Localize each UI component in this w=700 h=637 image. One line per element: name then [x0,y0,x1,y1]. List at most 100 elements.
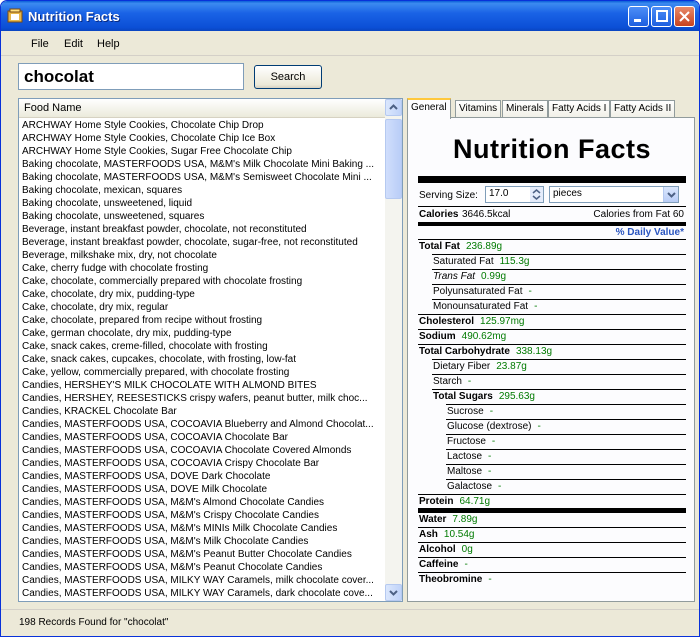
list-item[interactable]: Candies, MASTERFOODS USA, M&M's MINIs Mi… [19,522,385,535]
list-item[interactable]: Baking chocolate, MASTERFOODS USA, M&M's… [19,171,385,184]
scroll-up-button[interactable] [385,99,402,116]
nutrient-name: Starch [433,376,462,387]
list-item[interactable]: Candies, MASTERFOODS USA, COCOAVIA Choco… [19,431,385,444]
list-item[interactable]: Cake, chocolate, commercially prepared w… [19,275,385,288]
scroll-thumb[interactable] [385,119,402,199]
nutrient-value: - [464,559,468,570]
list-item[interactable]: ARCHWAY Home Style Cookies, Sugar Free C… [19,145,385,158]
menu-help[interactable]: Help [97,38,120,50]
nutrition-label: Nutrition Facts Serving Size: 17.0 piece… [418,128,686,593]
list-item[interactable]: Candies, MASTERFOODS USA, M&M's Almond C… [19,496,385,509]
serving-unit-select[interactable]: pieces [549,186,679,203]
list-item[interactable]: Candies, MASTERFOODS USA, M&M's Peanut B… [19,548,385,561]
list-item[interactable]: Cake, german chocolate, dry mix, pudding… [19,327,385,340]
list-item[interactable]: Candies, MASTERFOODS USA, DOVE Dark Choc… [19,470,385,483]
list-item[interactable]: Cake, cherry fudge with chocolate frosti… [19,262,385,275]
tab-fatty-acids-1[interactable]: Fatty Acids I [548,100,611,118]
list-item[interactable]: Candies, MASTERFOODS USA, COCOAVIA Crisp… [19,457,385,470]
tab-minerals[interactable]: Minerals [502,100,548,118]
app-window: Nutrition Facts File Edit Help chocolat … [0,0,700,637]
list-item[interactable]: Candies, MASTERFOODS USA, M&M's Milk Cho… [19,535,385,548]
nutrient-value: 125.97mg [480,316,525,327]
list-item[interactable]: Beverage, instant breakfast powder, choc… [19,236,385,249]
nutrient-value: - [491,436,496,447]
nutrient-name: Caffeine [419,559,459,570]
list-scrollbar[interactable] [385,99,402,601]
nutrient-value: 490.62mg [461,331,507,342]
calories-from-fat: Calories from Fat 60 [593,209,684,220]
list-item[interactable]: Candies, KRACKEL Chocolate Bar [19,405,385,418]
nutrient-divider [418,542,686,543]
nutrient-value: 7.89g [452,514,478,525]
nutrient-row: Monounsaturated Fat - [433,301,537,312]
tab-general[interactable]: General [407,98,451,119]
nutrient-name: Glucose (dextrose) [447,421,532,432]
list-item[interactable]: Cake, chocolate, dry mix, regular [19,301,385,314]
list-item[interactable]: Candies, MASTERFOODS USA, COCOAVIA Blueb… [19,418,385,431]
calories-label: Calories [419,209,459,220]
list-item[interactable]: Candies, MASTERFOODS USA, DOVE Milk Choc… [19,483,385,496]
food-list-rows: ARCHWAY Home Style Cookies, Chocolate Ch… [19,119,385,600]
food-name-column-header[interactable]: Food Name [19,99,385,118]
list-item[interactable]: Cake, yellow, commercially prepared, wit… [19,366,385,379]
list-item[interactable]: Baking chocolate, unsweetened, liquid [19,197,385,210]
menu-edit[interactable]: Edit [64,38,83,50]
list-item[interactable]: Candies, MASTERFOODS USA, COCOAVIA Choco… [19,444,385,457]
nutrient-divider [418,239,686,240]
list-item[interactable]: Baking chocolate, MASTERFOODS USA, M&M's… [19,158,385,171]
list-item[interactable]: Baking chocolate, unsweetened, squares [19,210,385,223]
title-bar[interactable]: Nutrition Facts [1,1,699,31]
minimize-button[interactable] [628,6,649,27]
menu-bar: File Edit Help [1,31,699,56]
maximize-button[interactable] [651,6,672,27]
search-input[interactable]: chocolat [18,63,244,90]
list-item[interactable]: Cake, chocolate, dry mix, pudding-type [19,288,385,301]
list-item[interactable]: Candies, MASTERFOODS USA, M&M's Crispy C… [19,509,385,522]
serving-size-spinner[interactable] [530,187,543,202]
label-divider-calories [418,222,686,226]
close-button[interactable] [674,6,695,27]
nutrient-divider [418,512,686,513]
scroll-down-button[interactable] [385,584,402,601]
nutrient-value: 338.13g [515,346,553,357]
list-item[interactable]: Candies, MASTERFOODS USA, MILKY WAY Cara… [19,587,385,600]
nutrient-value: - [534,301,538,312]
nutrient-row: Maltose - [447,466,491,477]
nutrient-value: 115.3g [499,256,530,267]
serving-size-input[interactable]: 17.0 [485,186,544,203]
search-button[interactable]: Search [254,65,322,89]
nutrient-value: 23.87g [496,361,527,372]
nutrient-divider [432,389,686,390]
nutrient-value: - [489,406,494,417]
list-item[interactable]: Candies, MASTERFOODS USA, MILKY WAY Cara… [19,574,385,587]
nutrient-row: Sodium 490.62mg [419,331,506,342]
nutrient-value: - [528,286,532,297]
nutrient-row: Galactose - [447,481,501,492]
serving-size-label: Serving Size: [419,190,478,201]
nutrient-value: - [467,376,472,387]
list-item[interactable]: Candies, HERSHEY'S MILK CHOCOLATE WITH A… [19,379,385,392]
tab-fatty-acids-2[interactable]: Fatty Acids II [610,100,676,118]
list-item[interactable]: Cake, chocolate, prepared from recipe wi… [19,314,385,327]
list-item[interactable]: Baking chocolate, mexican, squares [19,184,385,197]
list-item[interactable]: Candies, MASTERFOODS USA, M&M's Peanut C… [19,561,385,574]
nutrient-divider [418,329,686,330]
nutrient-name: Galactose [447,481,493,492]
list-item[interactable]: ARCHWAY Home Style Cookies, Chocolate Ch… [19,132,385,145]
nutrient-name: Total Carbohydrate [419,346,510,357]
list-item[interactable]: Candies, HERSHEY, REESESTICKS crispy waf… [19,392,385,405]
list-item[interactable]: Cake, snack cakes, creme-filled, chocola… [19,340,385,353]
list-item[interactable]: Beverage, milkshake mix, dry, not chocol… [19,249,385,262]
chevron-down-icon[interactable] [663,187,678,202]
food-list[interactable]: Food Name ARCHWAY Home Style Cookies, Ch… [18,98,403,602]
nutrient-name: Alcohol [419,544,456,555]
list-item[interactable]: ARCHWAY Home Style Cookies, Chocolate Ch… [19,119,385,132]
menu-file[interactable]: File [31,38,49,50]
nutrient-row: Lactose - [447,451,491,462]
tab-vitamins[interactable]: Vitamins [455,100,502,118]
list-item[interactable]: Beverage, instant breakfast powder, choc… [19,223,385,236]
nutrient-row: Polyunsaturated Fat - [433,286,532,297]
list-item[interactable]: Cake, snack cakes, cupcakes, chocolate, … [19,353,385,366]
nutrient-divider [432,269,686,270]
nutrient-row: Fructose - [447,436,495,447]
